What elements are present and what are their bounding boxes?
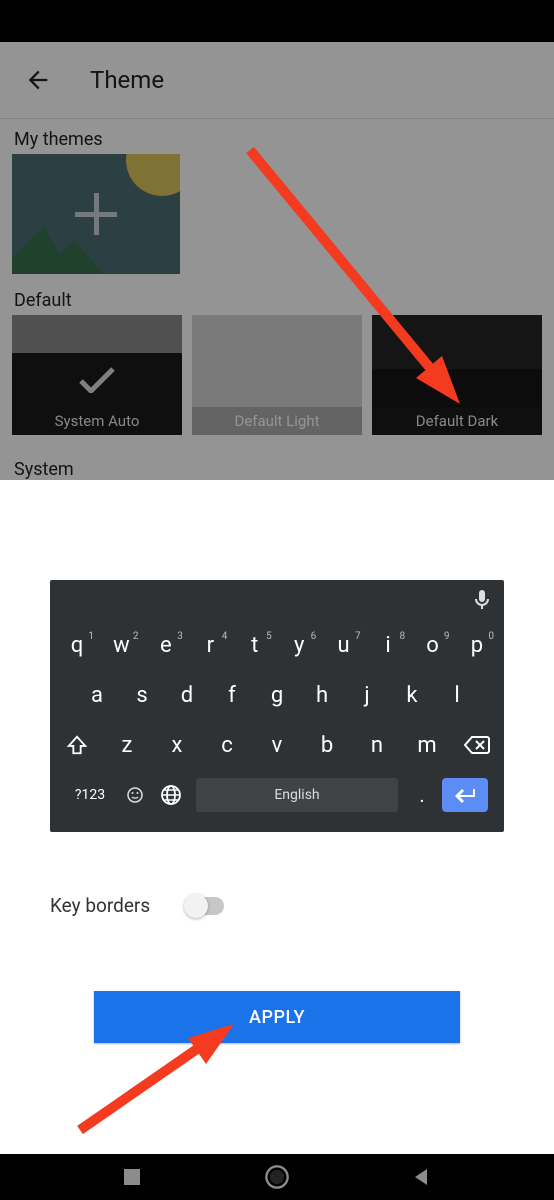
key-q: q1 [58, 633, 96, 658]
key-c: c [208, 733, 246, 758]
theme-preview-dialog: q1 w2 e3 r4 t5 y6 u7 i8 o9 p0 a s d f g [0, 550, 554, 1091]
key-k: k [393, 683, 431, 708]
enter-icon [442, 778, 488, 812]
page-title: Theme [90, 66, 164, 94]
key-m: m [408, 733, 446, 758]
key-g: g [258, 683, 296, 708]
key-z: z [108, 733, 146, 758]
globe-icon [156, 784, 186, 806]
section-my-themes: My themes [12, 129, 542, 150]
key-d: d [168, 683, 206, 708]
key-y: y6 [280, 633, 318, 658]
key-borders-toggle[interactable] [186, 897, 224, 915]
key-l: l [438, 683, 476, 708]
section-system: System [12, 459, 542, 480]
key-r: r4 [191, 633, 229, 658]
key-v: v [258, 733, 296, 758]
backspace-icon [458, 735, 496, 755]
theme-default-light[interactable]: Default Light [192, 315, 362, 435]
navigation-bar [0, 1154, 554, 1200]
apply-button[interactable]: APPLY [94, 991, 460, 1043]
theme-system-auto[interactable]: System Auto [12, 315, 182, 435]
mic-icon [474, 589, 490, 611]
key-w: w2 [102, 633, 140, 658]
keyboard-row-3: z x c v b n m [58, 720, 496, 770]
back-icon[interactable] [411, 1166, 433, 1188]
key-o: o9 [414, 633, 452, 658]
key-b: b [308, 733, 346, 758]
keyboard-row-1: q1 w2 e3 r4 t5 y6 u7 i8 o9 p0 [58, 620, 496, 670]
theme-label: System Auto [12, 407, 182, 435]
key-x: x [158, 733, 196, 758]
key-j: j [348, 683, 386, 708]
key-a: a [78, 683, 116, 708]
key-n: n [358, 733, 396, 758]
shift-icon [58, 734, 96, 756]
key-i: i8 [369, 633, 407, 658]
recent-apps-icon[interactable] [121, 1166, 143, 1188]
section-default: Default [12, 290, 542, 311]
key-e: e3 [147, 633, 185, 658]
key-period: . [408, 783, 436, 807]
key-f: f [213, 683, 251, 708]
keyboard-preview: q1 w2 e3 r4 t5 y6 u7 i8 o9 p0 a s d f g [50, 580, 504, 832]
key-space: English [196, 778, 398, 812]
back-arrow-icon[interactable] [24, 66, 52, 94]
key-t: t5 [236, 633, 274, 658]
key-borders-option: Key borders [0, 860, 554, 917]
key-h: h [303, 683, 341, 708]
emoji-icon [120, 787, 150, 803]
key-s: s [123, 683, 161, 708]
key-p: p0 [458, 633, 496, 658]
key-u: u7 [325, 633, 363, 658]
keyboard-row-2: a s d f g h j k l [58, 670, 496, 720]
keyboard-row-4: ?123 English . [58, 770, 496, 820]
check-icon [77, 367, 117, 393]
theme-label: Default Light [192, 407, 362, 435]
theme-default-dark[interactable]: Default Dark [372, 315, 542, 435]
add-theme-button[interactable] [12, 154, 180, 274]
key-symbols: ?123 [66, 787, 114, 803]
theme-label: Default Dark [372, 407, 542, 435]
header: Theme [0, 42, 554, 118]
key-borders-label: Key borders [50, 894, 150, 917]
home-icon[interactable] [264, 1164, 290, 1190]
